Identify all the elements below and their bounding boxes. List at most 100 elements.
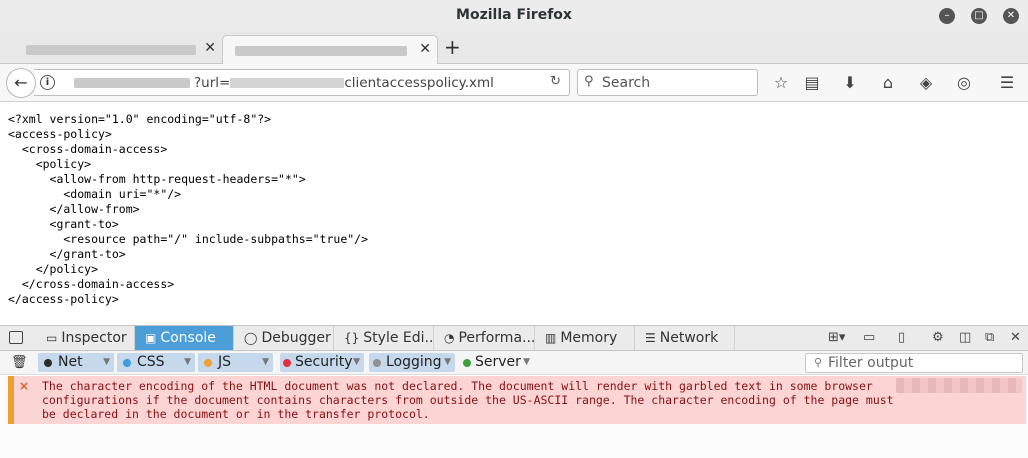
close-devtools-icon[interactable]: ✕ xyxy=(1010,330,1021,345)
frame-selector-icon[interactable]: ⊞▾ xyxy=(828,330,845,345)
tab-active[interactable]: ✕ xyxy=(222,35,438,65)
network-icon: ☰ xyxy=(645,331,656,345)
xml-line: <domain uri="*"/> xyxy=(8,187,182,201)
tab-inspector[interactable]: ▭ Inspector xyxy=(36,326,135,350)
title-bar: Mozilla Firefox – □ ✕ xyxy=(0,0,1028,32)
maximize-button[interactable]: □ xyxy=(971,8,987,24)
xml-line: </grant-to> xyxy=(8,247,126,261)
download-icon[interactable]: ⬇ xyxy=(839,73,861,92)
tab-inactive[interactable]: ✕ xyxy=(10,35,222,64)
close-tab-icon[interactable]: ✕ xyxy=(419,41,431,57)
memory-icon: ▥ xyxy=(545,331,557,345)
filter-label: CSS xyxy=(137,354,165,370)
server-dot-icon xyxy=(463,359,471,367)
net-dot-icon xyxy=(44,359,52,367)
xml-line: <allow-from http-request-headers="*"> xyxy=(8,172,306,186)
menu-icon[interactable]: ☰ xyxy=(996,73,1018,92)
tab-network[interactable]: ☰ Network xyxy=(635,326,735,350)
devtools-panel: ▭ Inspector ▣ Console ◯ Debugger {} Style Ed… xyxy=(0,325,1028,458)
devtools-toolbar: ▭ Inspector ▣ Console ◯ Debugger {} Style Ed… xyxy=(0,326,1028,351)
console-icon: ▣ xyxy=(145,331,157,345)
undock-window-icon[interactable]: ⧉ xyxy=(985,330,994,345)
xml-line: </allow-from> xyxy=(8,202,140,216)
filter-net[interactable]: Net ▼ xyxy=(38,353,114,372)
url-query: ?url= xyxy=(194,75,231,91)
caret-down-icon: ▼ xyxy=(523,357,530,367)
caret-down-icon: ▼ xyxy=(103,357,110,367)
url-bar[interactable]: i ?url= clientaccesspolicy.xml ↻ xyxy=(34,69,570,96)
filter-label: JS xyxy=(218,354,232,370)
xml-line: <resource path="/" include-subpaths="tru… xyxy=(8,232,369,246)
tab-label: Style Edi... xyxy=(363,330,434,346)
reload-icon[interactable]: ↻ xyxy=(550,74,561,89)
sync-icon[interactable]: ◎ xyxy=(953,73,975,92)
inspector-icon: ▭ xyxy=(46,331,58,345)
tab-strip: ✕ ✕ xyxy=(0,32,1028,65)
redacted-tab-title xyxy=(235,46,407,56)
minimize-button[interactable]: – xyxy=(939,8,955,24)
tab-performance[interactable]: ◔ Performa... xyxy=(434,326,535,350)
filter-server[interactable]: Server ▼ xyxy=(459,353,534,372)
xml-source: <?xml version="1.0" encoding="utf-8"?> <a… xyxy=(8,112,368,307)
back-button[interactable]: ← xyxy=(6,68,36,98)
close-window-button[interactable]: ✕ xyxy=(1003,8,1019,24)
filter-funnel-icon: ⚲ xyxy=(814,356,823,369)
dock-side-icon[interactable]: ◫ xyxy=(959,330,971,345)
filter-js[interactable]: JS ▼ xyxy=(198,353,273,372)
tab-memory[interactable]: ▥ Memory xyxy=(535,326,635,350)
search-input[interactable] xyxy=(602,73,752,93)
tab-style-editor[interactable]: {} Style Edi... xyxy=(334,326,434,350)
element-picker-icon[interactable] xyxy=(9,331,23,344)
filter-label: Logging xyxy=(386,354,442,370)
debugger-icon: ◯ xyxy=(244,331,258,345)
console-filter-bar: 🗑 Net ▼ CSS ▼ JS ▼ Security ▼ Logging ▼ Serve… xyxy=(0,351,1028,375)
pocket-icon[interactable]: ◈ xyxy=(915,73,937,92)
search-box[interactable]: ⚲ xyxy=(577,69,758,96)
filter-security[interactable]: Security ▼ xyxy=(280,353,364,372)
console-error-message[interactable]: × The character encoding of the HTML doc… xyxy=(8,376,1026,424)
security-dot-icon xyxy=(283,359,291,367)
home-icon[interactable]: ⌂ xyxy=(877,73,899,92)
close-tab-icon[interactable]: ✕ xyxy=(204,40,216,56)
xml-line: </cross-domain-access> xyxy=(8,277,175,291)
tab-debugger[interactable]: ◯ Debugger xyxy=(234,326,334,350)
tab-label: Debugger xyxy=(261,330,331,346)
filter-label: Net xyxy=(58,354,83,370)
tab-console[interactable]: ▣ Console xyxy=(135,326,234,350)
responsive-design-icon[interactable]: ▯ xyxy=(898,330,905,345)
filter-label: Server xyxy=(475,354,521,370)
window-title: Mozilla Firefox xyxy=(456,7,572,23)
filter-output-box[interactable]: ⚲ xyxy=(805,353,1023,373)
xml-line: <grant-to> xyxy=(8,217,119,231)
tab-label: Memory xyxy=(560,330,618,346)
redacted-tab-title xyxy=(26,45,196,55)
logging-dot-icon xyxy=(373,359,381,367)
redacted-url-part xyxy=(230,78,345,88)
xml-line: </access-policy> xyxy=(8,292,119,306)
tab-label: Console xyxy=(160,330,216,346)
filter-logging[interactable]: Logging ▼ xyxy=(369,353,455,372)
tab-label: Performa... xyxy=(458,330,535,346)
url-tail: clientaccesspolicy.xml xyxy=(344,75,494,91)
style-editor-icon: {} xyxy=(344,331,360,345)
xml-line: <?xml version="1.0" encoding="utf-8"?> xyxy=(8,112,272,126)
js-dot-icon xyxy=(204,359,212,367)
filter-css[interactable]: CSS ▼ xyxy=(117,353,195,372)
xml-line: </policy> xyxy=(8,262,99,276)
new-tab-button[interactable]: + xyxy=(444,35,461,59)
caret-down-icon: ▼ xyxy=(262,357,269,367)
clear-console-trash-icon[interactable]: 🗑 xyxy=(11,355,28,370)
filter-label: Security xyxy=(295,354,353,370)
bookmark-star-icon[interactable]: ☆ xyxy=(770,73,792,92)
caret-down-icon: ▼ xyxy=(184,357,191,367)
reading-list-icon[interactable]: ▤ xyxy=(801,73,823,92)
tab-label: Network xyxy=(659,330,719,346)
redacted-message-source[interactable] xyxy=(896,378,1022,393)
settings-gear-icon[interactable]: ⚙ xyxy=(932,330,944,345)
css-dot-icon xyxy=(123,359,131,367)
caret-down-icon: ▼ xyxy=(353,357,360,367)
filter-output-input[interactable] xyxy=(828,355,1018,371)
url-text: ?url= clientaccesspolicy.xml xyxy=(194,75,494,91)
info-icon[interactable]: i xyxy=(40,75,55,90)
split-console-icon[interactable]: ▭ xyxy=(863,330,875,345)
